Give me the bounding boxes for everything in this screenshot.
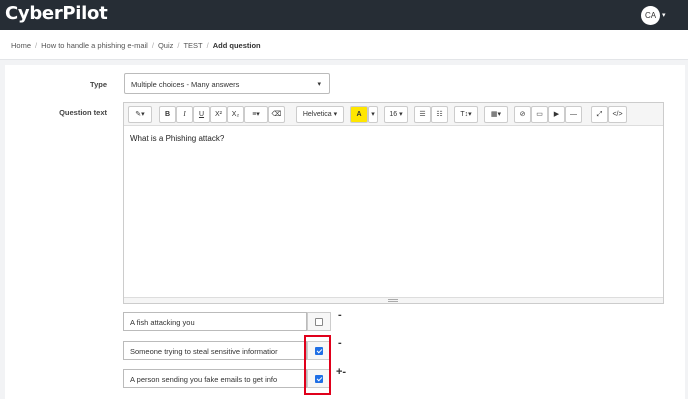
question-text-content[interactable]: What is a Phishing attack? [130,134,224,143]
answer-correct-toggle-1[interactable] [307,312,331,331]
editor-toolbar: ✎▾ B I U X² X₂ ≡▾ ⌫ Helvetica ▾ A ▾ 16 ▾… [124,103,663,126]
user-avatar[interactable]: CA [641,6,660,25]
underline-button[interactable]: U [193,106,210,123]
magic-style-icon[interactable]: ✎▾ [128,106,152,123]
eraser-icon[interactable]: ⌫ [268,106,285,123]
type-select[interactable]: Multiple choices - Many answers ▾ [124,73,330,94]
align-dropdown-icon[interactable]: ≡▾ [244,106,268,123]
font-color-caret-icon[interactable]: ▾ [368,106,378,123]
superscript-button[interactable]: X² [210,106,227,123]
font-color-icon[interactable]: A [350,106,368,123]
highlight-box [304,335,331,395]
breadcrumb-current: Add question [212,41,261,50]
font-size-dropdown[interactable]: 16 ▾ [384,106,408,123]
table-icon[interactable]: ▦▾ [484,106,508,123]
video-icon[interactable]: ▶ [548,106,565,123]
top-navbar: CyberPilot CA ▾ [0,0,688,30]
answer-add-remove-buttons-3[interactable]: +- [336,366,346,378]
question-text-label: Question text [59,108,107,117]
rich-text-editor[interactable]: ✎▾ B I U X² X₂ ≡▾ ⌫ Helvetica ▾ A ▾ 16 ▾… [123,102,664,304]
editor-resize-handle[interactable] [124,297,663,303]
bold-button[interactable]: B [159,106,176,123]
breadcrumb-home[interactable]: Home [11,41,31,50]
code-view-icon[interactable]: </> [608,106,627,123]
chevron-down-icon: ▾ [317,81,321,88]
unordered-list-icon[interactable]: ☰ [414,106,431,123]
breadcrumb-quiz[interactable]: Quiz [158,41,173,50]
answer-checkbox-1[interactable] [315,318,323,326]
link-icon[interactable]: ⊘ [514,106,531,123]
image-icon[interactable]: ▭ [531,106,548,123]
answer-input-2[interactable]: Someone trying to steal sensitive inform… [123,341,307,360]
cyberpilot-logo[interactable]: CyberPilot [5,3,108,24]
answer-remove-button-1[interactable]: - [338,309,342,321]
line-height-icon[interactable]: T↕▾ [454,106,478,123]
answer-input-3[interactable]: A person sending you fake emails to get … [123,369,307,388]
breadcrumb-course[interactable]: How to handle a phishing e-mail [41,41,148,50]
ordered-list-icon[interactable]: ☷ [431,106,448,123]
answer-input-1[interactable]: A fish attacking you [123,312,307,331]
type-label: Type [90,80,107,89]
fullscreen-icon[interactable]: ⤢ [591,106,608,123]
breadcrumb-test[interactable]: TEST [183,41,202,50]
type-select-value: Multiple choices - Many answers [131,80,240,89]
breadcrumb-bar: Home / How to handle a phishing e-mail / Qui… [0,30,688,60]
horizontal-rule-icon[interactable]: — [565,106,582,123]
font-family-dropdown[interactable]: Helvetica ▾ [296,106,344,123]
breadcrumb: Home / How to handle a phishing e-mail / Qui… [11,41,261,50]
grip-icon [388,299,398,302]
italic-button[interactable]: I [176,106,193,123]
answer-remove-button-2[interactable]: - [338,337,342,349]
subscript-button[interactable]: X₂ [227,106,244,123]
user-menu-caret-icon[interactable]: ▾ [662,11,666,19]
